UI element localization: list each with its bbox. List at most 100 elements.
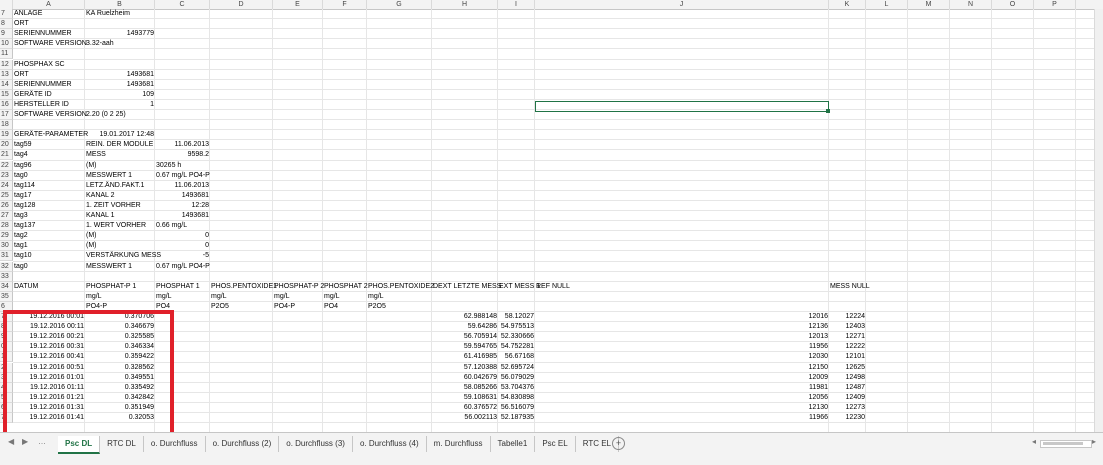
cell-k[interactable]: 12101 [829, 352, 866, 362]
row-header[interactable]: 20 [0, 140, 13, 151]
cell-c[interactable]: 0 [155, 231, 210, 241]
cell-a[interactable]: GERÄTE-PARAMETER [13, 130, 88, 140]
cell-a[interactable]: SERIENNUMMER [13, 80, 85, 90]
more-tabs-icon[interactable]: … [38, 437, 46, 446]
cell-a[interactable]: PHOSPHAX SC [13, 60, 85, 70]
cell-c[interactable]: 1493681 [155, 211, 210, 221]
cell-a[interactable]: SOFTWARE VERSION [13, 39, 87, 49]
cell-i[interactable]: EXT MESS 1 [498, 282, 540, 292]
cell-j[interactable]: 12016 [535, 312, 829, 322]
cell-b[interactable]: 109 [85, 90, 155, 100]
row-header[interactable]: 31 [0, 251, 13, 262]
row-header[interactable]: 23 [0, 170, 13, 181]
cell-k[interactable]: 12230 [829, 413, 866, 423]
cell-b[interactable]: KANAL 1 [85, 211, 155, 221]
cell-c[interactable]: -5 [155, 251, 210, 261]
cell-h[interactable]: 60.376572 [432, 403, 498, 413]
cell-i[interactable]: 56.079029 [498, 373, 535, 383]
column-header-i[interactable]: I [498, 0, 535, 9]
cell-c[interactable]: 11.06.2013 [155, 181, 210, 191]
row-header[interactable]: 34 [0, 281, 13, 292]
cell-a[interactable]: DATUM [13, 282, 85, 292]
column-header-n[interactable]: N [950, 0, 992, 9]
add-sheet-icon[interactable]: + [612, 437, 625, 450]
row-header[interactable]: 11 [0, 49, 13, 60]
cell-j[interactable]: 12009 [535, 373, 829, 383]
cell-g[interactable]: mg/L [367, 292, 432, 302]
sheet-tab[interactable]: Tabelle1 [491, 436, 536, 452]
row-header[interactable]: 32 [0, 261, 13, 272]
hscroll-left-icon[interactable]: ◂ [1032, 437, 1036, 446]
cell-h[interactable]: 60.042679 [432, 373, 498, 383]
cell-d[interactable]: PHOS.PENTOXIDE1 [210, 282, 277, 292]
column-header-p[interactable]: P [1034, 0, 1076, 9]
cell-b[interactable]: MESS [85, 150, 155, 160]
cell-j[interactable]: 12013 [535, 332, 829, 342]
cell-f[interactable]: PHOSPHAT 2 [323, 282, 368, 292]
cell-f[interactable]: mg/L [323, 292, 367, 302]
cell-j[interactable]: 12030 [535, 352, 829, 362]
row-header[interactable]: 13 [0, 69, 13, 80]
cell-e[interactable]: PHOSPHAT-P 2 [273, 282, 324, 292]
tab-scroll-left-icon[interactable]: ◀ [8, 437, 14, 446]
cell-h[interactable]: 56.705914 [432, 332, 498, 342]
cell-j[interactable]: REF NULL [535, 282, 829, 292]
cell-i[interactable]: 52.695724 [498, 363, 535, 373]
sheet-tab[interactable]: Psc DL [58, 436, 101, 454]
cell-b[interactable]: KANAL 2 [85, 191, 155, 201]
cell-k[interactable]: 12498 [829, 373, 866, 383]
cell-b[interactable]: 1493681 [85, 80, 155, 90]
cell-a[interactable]: tag2 [13, 231, 85, 241]
hscroll-right-icon[interactable]: ▸ [1092, 437, 1096, 446]
cell-j[interactable]: 12130 [535, 403, 829, 413]
cell-a[interactable]: HERSTELLER ID [13, 100, 85, 110]
tab-scroll-right-icon[interactable]: ▶ [22, 437, 28, 446]
sheet-tab[interactable]: o. Durchfluss (4) [353, 436, 427, 452]
cell-b[interactable]: 1. ZEIT VORHER [85, 201, 155, 211]
cell-b[interactable]: MESSWERT 1 [85, 262, 155, 272]
cell-a[interactable]: GERÄTE ID [13, 90, 85, 100]
cell-a[interactable]: SERIENNUMMER [13, 29, 85, 39]
cell-c[interactable]: 0.67 mg/L PO4-P [155, 262, 210, 272]
cell-b[interactable]: 19.01.2017 12:48 [85, 130, 155, 140]
selected-cell[interactable] [535, 101, 829, 112]
cell-a[interactable]: tag1 [13, 241, 85, 251]
column-header-k[interactable]: K [829, 0, 866, 9]
cell-d[interactable]: P2O5 [210, 302, 273, 312]
sheet-tab[interactable]: o. Durchfluss (3) [279, 436, 353, 452]
row-header[interactable]: 9 [0, 29, 13, 40]
row-header[interactable]: 30 [0, 241, 13, 252]
sheet-tab[interactable]: RTC DL [100, 436, 144, 452]
row-header[interactable]: 8 [0, 19, 13, 30]
cell-a[interactable]: tag3 [13, 211, 85, 221]
cell-k[interactable]: 12403 [829, 322, 866, 332]
cell-a[interactable]: tag10 [13, 251, 85, 261]
cell-j[interactable]: 12136 [535, 322, 829, 332]
column-header-h[interactable]: H [432, 0, 498, 9]
cell-a[interactable]: ANLAGE [13, 9, 85, 19]
row-header[interactable]: 14 [0, 79, 13, 90]
column-header-o[interactable]: O [992, 0, 1034, 9]
cell-a[interactable]: tag128 [13, 201, 85, 211]
cell-h[interactable]: 62.988148 [432, 312, 498, 322]
cell-a[interactable]: tag114 [13, 181, 85, 191]
row-header[interactable]: 25 [0, 190, 13, 201]
row-header[interactable]: 12 [0, 59, 13, 70]
cell-k[interactable]: 12273 [829, 403, 866, 413]
cell-k[interactable]: 12409 [829, 393, 866, 403]
row-header[interactable]: 17 [0, 110, 13, 120]
cell-h[interactable]: 59.64286 [432, 322, 498, 332]
cell-c[interactable]: PHOSPHAT 1 [155, 282, 210, 292]
cell-k[interactable]: 12224 [829, 312, 866, 322]
cell-h[interactable]: 58.085266 [432, 383, 498, 393]
horizontal-scrollbar[interactable] [1040, 440, 1092, 448]
cell-k[interactable]: 12625 [829, 363, 866, 373]
row-header[interactable]: 26 [0, 200, 13, 211]
cell-j[interactable]: 11981 [535, 383, 829, 393]
cell-k[interactable]: 12222 [829, 342, 866, 352]
column-header-j[interactable]: J [535, 0, 829, 9]
cell-h[interactable]: DEXT LETZTE MESS [432, 282, 501, 292]
row-header[interactable]: 29 [0, 231, 13, 242]
cell-c[interactable]: 12:28 [155, 201, 210, 211]
cell-b[interactable]: (M) [85, 241, 155, 251]
